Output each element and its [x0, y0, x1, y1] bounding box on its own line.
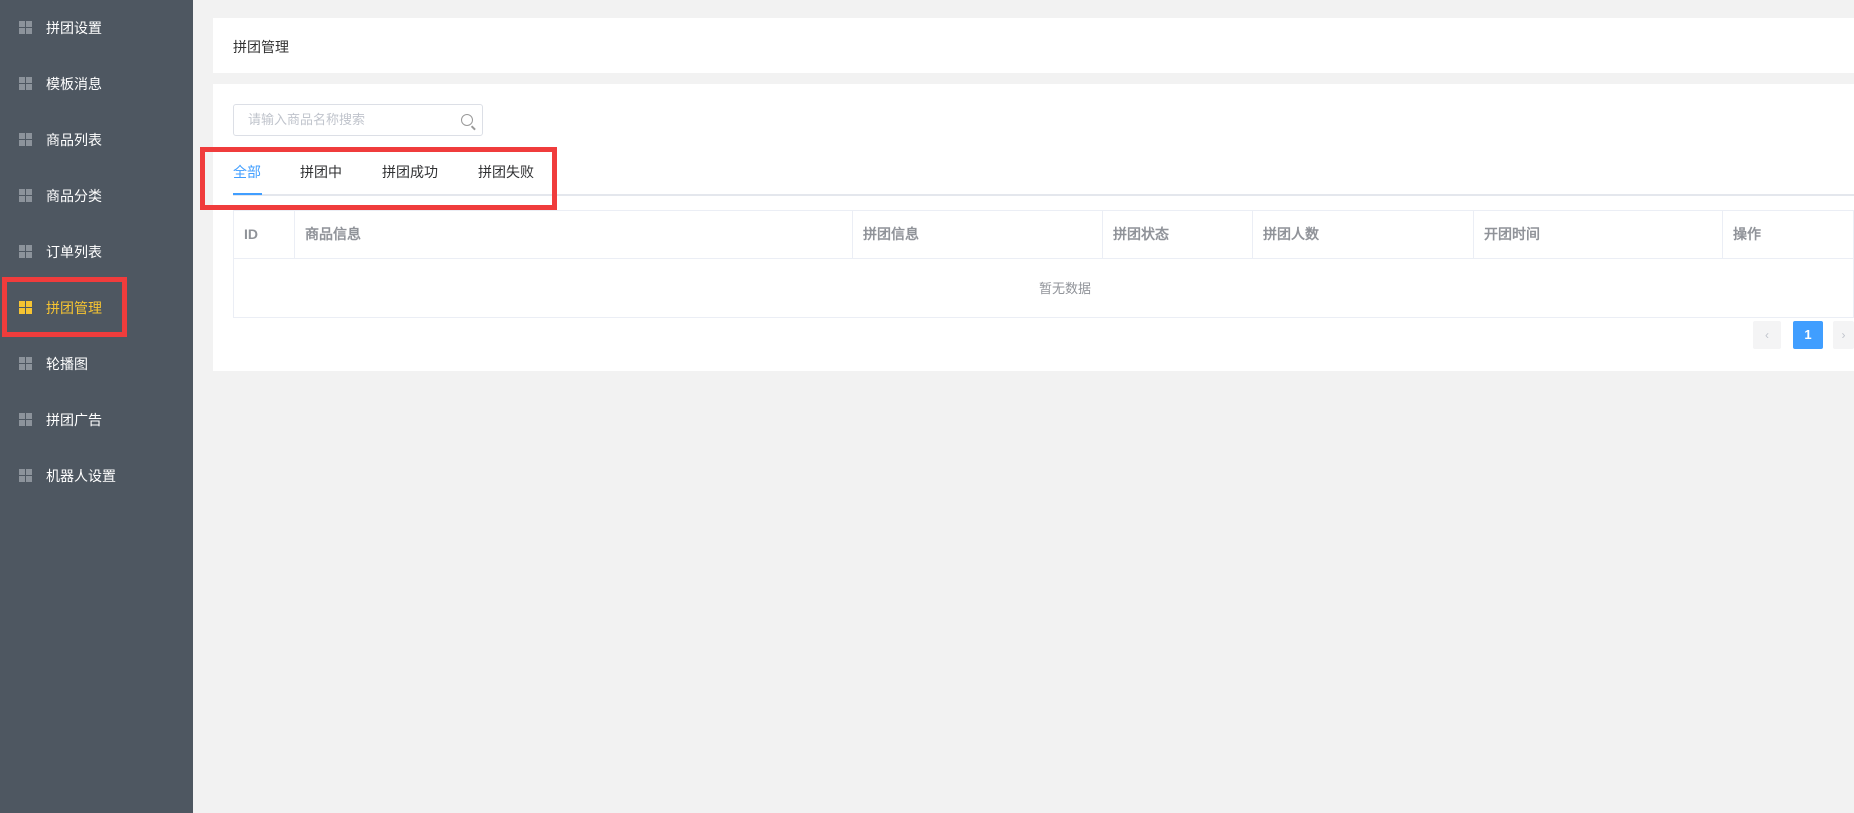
grid-icon: [19, 301, 32, 314]
sidebar-item-label: 商品列表: [46, 132, 102, 148]
sidebar-item-group-buy-ads[interactable]: 拼团广告: [0, 392, 193, 448]
grid-icon: [19, 133, 32, 146]
tab-failed[interactable]: 拼团失败: [478, 162, 534, 182]
sidebar-item-label: 订单列表: [46, 244, 102, 260]
sidebar-item-order-list[interactable]: 订单列表: [0, 224, 193, 280]
column-header-actions: 操作: [1733, 226, 1761, 242]
sidebar-item-label: 拼团设置: [46, 20, 102, 36]
sidebar-item-label: 模板消息: [46, 76, 102, 92]
sidebar-item-label: 拼团广告: [46, 412, 102, 428]
search-box: [233, 104, 483, 136]
page-title: 拼团管理: [233, 39, 289, 55]
next-page-button[interactable]: ›: [1833, 321, 1854, 349]
prev-page-button[interactable]: ‹: [1753, 321, 1781, 349]
tab-all[interactable]: 全部: [233, 162, 261, 182]
tab-active-underline: [233, 193, 262, 195]
sidebar: 拼团设置 模板消息 商品列表 商品分类 订单列表 拼团管理 轮播图 拼团广告 机…: [0, 0, 193, 813]
empty-text: 暂无数据: [1039, 281, 1092, 296]
sidebar-item-label: 轮播图: [46, 356, 88, 372]
column-header-group-status: 拼团状态: [1103, 211, 1253, 258]
column-header-start-time: 开团时间: [1474, 211, 1723, 258]
sidebar-item-label: 商品分类: [46, 188, 102, 204]
sidebar-item-group-buy-settings[interactable]: 拼团设置: [0, 0, 193, 56]
sidebar-item-robot-settings[interactable]: 机器人设置: [0, 448, 193, 504]
table-header: ID 商品信息 拼团信息 拼团状态 拼团人数 开团时间 操作: [234, 211, 1853, 259]
sidebar-item-carousel[interactable]: 轮播图: [0, 336, 193, 392]
status-tabs: 全部 拼团中 拼团成功 拼团失败: [233, 162, 1854, 202]
sidebar-item-product-categories[interactable]: 商品分类: [0, 168, 193, 224]
grid-icon: [19, 21, 32, 34]
grid-icon: [19, 357, 32, 370]
content-card: 全部 拼团中 拼团成功 拼团失败 ID 商品信息 拼团信息 拼团状态 拼团人数 …: [213, 84, 1854, 371]
column-header-id: ID: [234, 211, 295, 258]
sidebar-item-product-list[interactable]: 商品列表: [0, 112, 193, 168]
column-header-group-size: 拼团人数: [1253, 211, 1474, 258]
search-input[interactable]: [248, 112, 448, 127]
sidebar-item-label: 机器人设置: [46, 468, 116, 484]
page-number-button[interactable]: 1: [1793, 321, 1823, 349]
grid-icon: [19, 77, 32, 90]
grid-icon: [19, 189, 32, 202]
search-icon[interactable]: [461, 114, 473, 126]
grid-icon: [19, 413, 32, 426]
group-buy-table: ID 商品信息 拼团信息 拼团状态 拼团人数 开团时间 操作 暂无数据: [233, 210, 1854, 318]
page-header: 拼团管理: [213, 18, 1854, 73]
column-header-group-info: 拼团信息: [853, 211, 1103, 258]
tab-in-progress[interactable]: 拼团中: [300, 162, 342, 182]
column-header-product-info: 商品信息: [295, 211, 853, 258]
table-empty-state: 暂无数据: [234, 259, 1853, 318]
grid-icon: [19, 469, 32, 482]
grid-icon: [19, 245, 32, 258]
sidebar-item-template-messages[interactable]: 模板消息: [0, 56, 193, 112]
sidebar-item-group-buy-management[interactable]: 拼团管理: [0, 280, 193, 336]
tab-success[interactable]: 拼团成功: [382, 162, 438, 182]
sidebar-item-label: 拼团管理: [46, 300, 102, 316]
